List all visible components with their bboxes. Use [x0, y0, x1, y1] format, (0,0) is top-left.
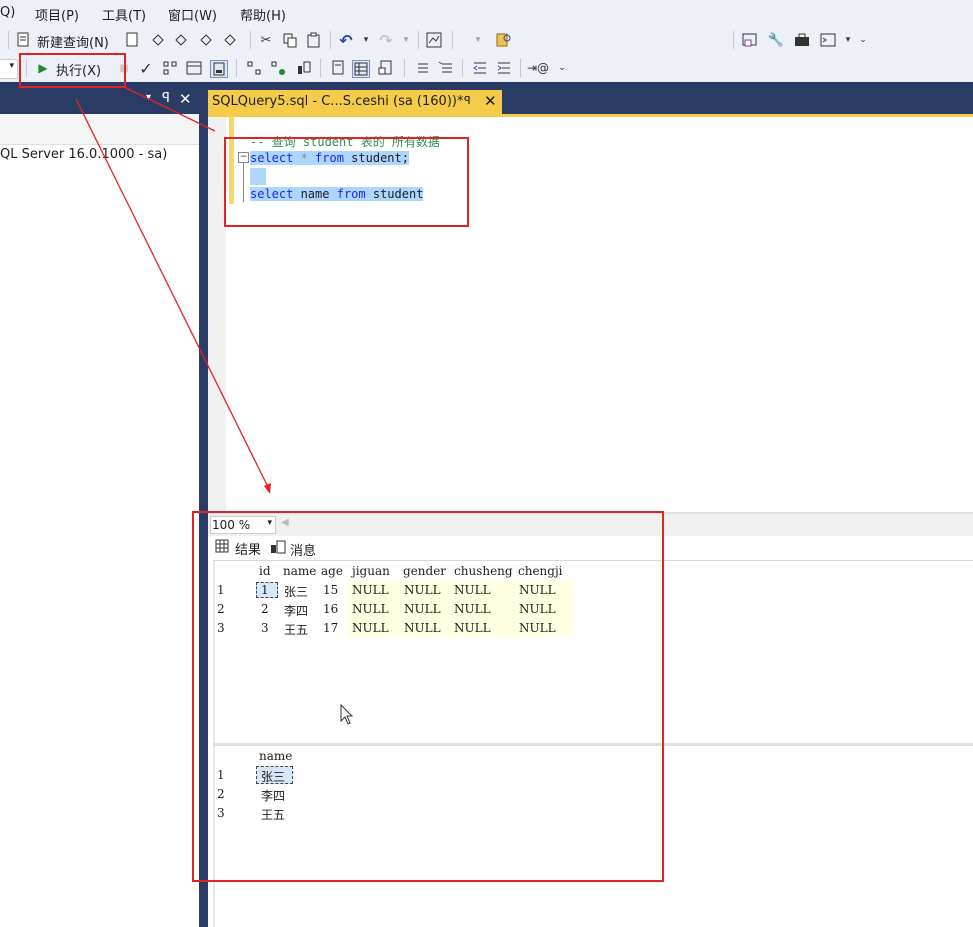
annotation-arrows — [75, 87, 271, 494]
